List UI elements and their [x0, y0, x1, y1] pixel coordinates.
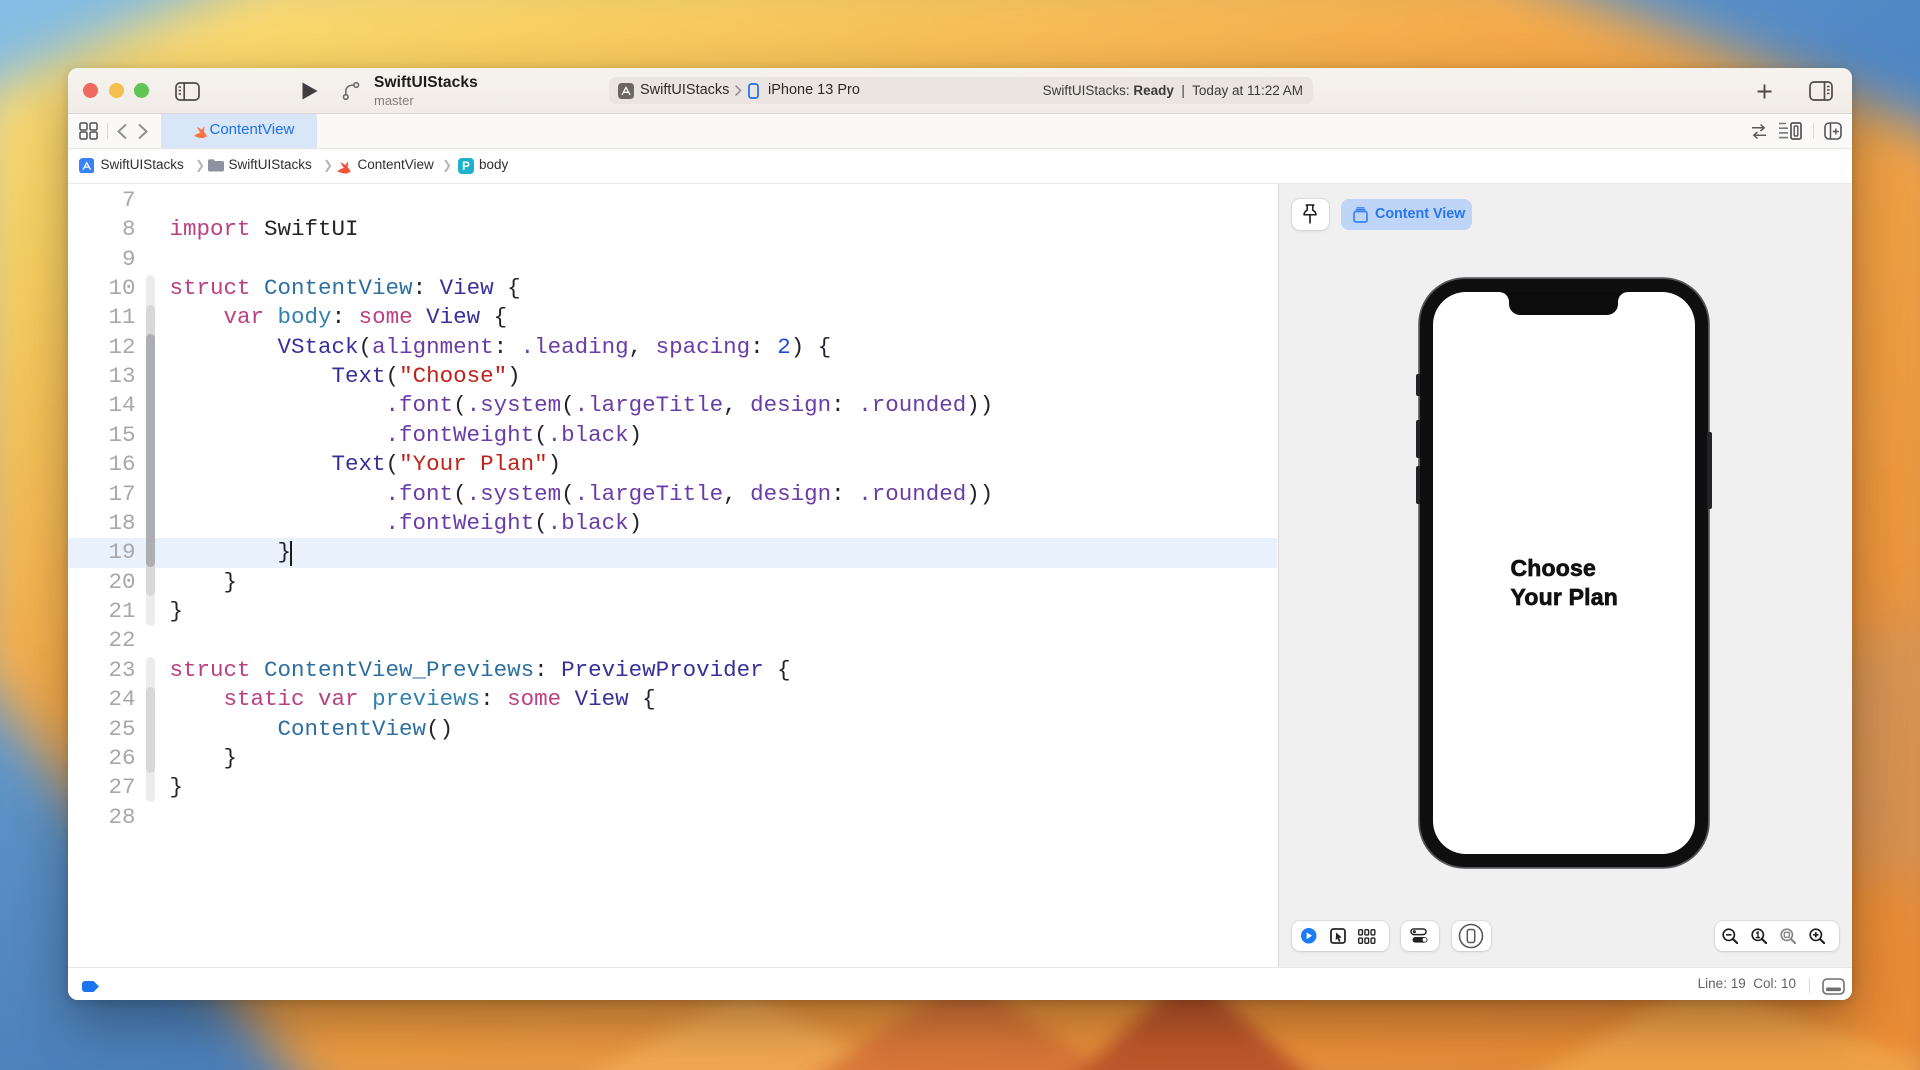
svg-text:P: P: [462, 161, 470, 173]
